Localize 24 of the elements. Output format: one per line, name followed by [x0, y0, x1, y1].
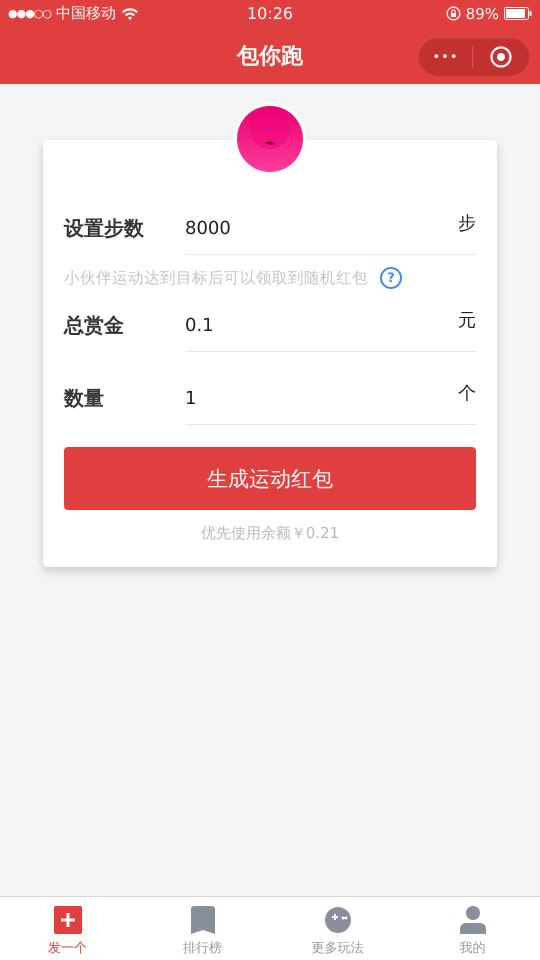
- wifi-icon: [121, 7, 139, 20]
- rotation-lock-icon: [446, 6, 461, 21]
- tab-item[interactable]: 排行榜: [135, 897, 270, 960]
- input-field[interactable]: 1 个: [185, 352, 476, 425]
- battery-percentage: 89%: [466, 4, 499, 22]
- signal-strength: ●●●○○: [8, 7, 51, 20]
- submit-button[interactable]: 生成运动红包: [64, 447, 476, 510]
- game-icon: [322, 905, 352, 935]
- person-icon: [458, 905, 488, 935]
- plus-icon: [52, 905, 82, 935]
- balance-note: 优先使用余额￥0.21: [200, 524, 340, 543]
- carrier-name: 中国移动: [56, 4, 116, 23]
- field-label: 设置步数: [64, 215, 145, 242]
- page-title: 包你跑: [237, 42, 303, 70]
- status-time: 10:26: [246, 4, 294, 23]
- more-button[interactable]: •••: [419, 50, 472, 64]
- field-label: 数量: [64, 385, 105, 412]
- tab-item[interactable]: 我的: [405, 897, 540, 960]
- field-label: 总赏金: [64, 312, 125, 339]
- tab-item[interactable]: 发一个: [0, 897, 135, 960]
- help-icon[interactable]: ?: [380, 267, 402, 289]
- battery-icon: [504, 7, 532, 20]
- tab-item[interactable]: 更多玩法: [270, 897, 405, 960]
- input-field[interactable]: 8000 步: [185, 182, 476, 255]
